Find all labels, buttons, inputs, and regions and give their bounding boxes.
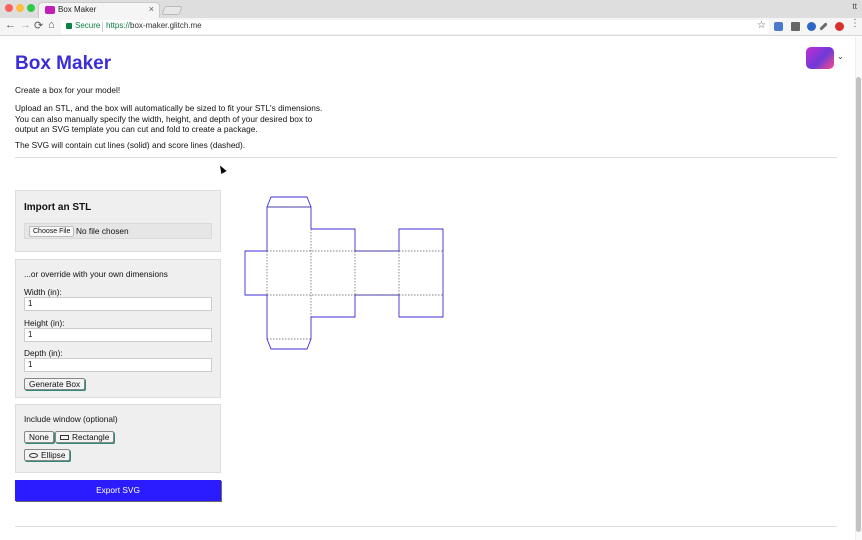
file-status-text: No file chosen xyxy=(76,226,129,236)
mouse-cursor-icon xyxy=(217,164,227,174)
minimize-window-icon[interactable] xyxy=(16,4,24,12)
page-title: Box Maker xyxy=(15,53,112,74)
home-icon[interactable]: ⌂ xyxy=(48,19,55,31)
ellipse-label: Ellipse xyxy=(41,450,66,460)
reload-icon[interactable]: ⟳ xyxy=(34,19,43,32)
tab-box-maker[interactable]: Box Maker × xyxy=(38,2,160,18)
depth-field[interactable]: 1 xyxy=(24,358,212,372)
browser-tabbar: Box Maker × tt xyxy=(0,0,862,18)
import-panel-title: Import an STL xyxy=(24,202,92,213)
extension-eyedropper-icon[interactable] xyxy=(819,22,828,31)
browser-toolbar: ← → ⟳ ⌂ Secure https://box-maker.glitch.… xyxy=(0,18,862,36)
rectangle-icon xyxy=(60,435,69,441)
window-panel-title: Include window (optional) xyxy=(24,414,118,424)
page-content: Box Maker ⌄ Create a box for your model!… xyxy=(0,37,855,540)
address-bar[interactable]: Secure https://box-maker.glitch.me ☆ xyxy=(61,20,769,34)
extension-badge-icon[interactable] xyxy=(807,22,816,31)
svg-note-text: The SVG will contain cut lines (solid) a… xyxy=(15,140,246,150)
window-ellipse-button[interactable]: Ellipse xyxy=(24,449,71,461)
export-svg-button[interactable]: Export SVG xyxy=(15,480,221,501)
intro-text: Create a box for your model! xyxy=(15,85,121,95)
rectangle-label: Rectangle xyxy=(72,432,110,442)
window-none-button[interactable]: None xyxy=(24,431,54,443)
width-field[interactable]: 1 xyxy=(24,297,212,311)
depth-label: Depth (in): xyxy=(24,348,63,358)
window-panel: Include window (optional) None Rectangle… xyxy=(15,404,221,473)
user-avatar[interactable] xyxy=(806,47,834,69)
dimensions-subtitle: ...or override with your own dimensions xyxy=(24,269,168,279)
window-rectangle-button[interactable]: Rectangle xyxy=(55,431,115,443)
url-host: box-maker.glitch.me xyxy=(130,21,202,30)
cut-lines xyxy=(244,196,444,350)
omnibox-separator xyxy=(102,22,103,32)
forward-icon[interactable]: → xyxy=(20,19,31,31)
top-flap xyxy=(266,196,312,208)
scrollbar-thumb[interactable] xyxy=(856,77,861,532)
height-field[interactable]: 1 xyxy=(24,328,212,342)
bookmark-star-icon[interactable]: ☆ xyxy=(757,20,766,31)
extension-pocket-icon[interactable] xyxy=(791,22,800,31)
back-icon[interactable]: ← xyxy=(5,19,16,31)
tab-title: Box Maker xyxy=(58,5,97,14)
dimensions-panel: ...or override with your own dimensions … xyxy=(15,259,221,398)
description-text: Upload an STL, and the box will automati… xyxy=(15,103,323,134)
lock-icon xyxy=(66,23,72,29)
chevron-down-icon[interactable]: ⌄ xyxy=(837,52,844,61)
url-text[interactable]: https://box-maker.glitch.me xyxy=(106,21,202,30)
top-divider xyxy=(15,157,837,158)
secure-label: Secure xyxy=(75,21,101,30)
menu-kebab-icon[interactable]: ⋮ xyxy=(850,18,860,29)
favicon-icon xyxy=(45,6,55,14)
new-tab-button[interactable] xyxy=(161,6,183,15)
extension-adblock-icon[interactable] xyxy=(835,22,844,31)
page-scrollbar[interactable] xyxy=(855,37,862,540)
extension-download-icon[interactable] xyxy=(774,22,783,31)
height-label: Height (in): xyxy=(24,318,65,328)
width-label: Width (in): xyxy=(24,287,62,297)
ellipse-icon xyxy=(29,453,38,459)
file-input[interactable]: Choose File No file chosen xyxy=(24,223,212,239)
generate-box-button[interactable]: Generate Box xyxy=(24,378,86,390)
box-template-preview xyxy=(244,196,444,350)
url-scheme: https:// xyxy=(106,21,131,30)
import-stl-panel: Import an STL Choose File No file chosen xyxy=(15,190,221,252)
score-lines xyxy=(266,206,443,340)
bottom-divider xyxy=(15,526,837,527)
close-window-icon[interactable] xyxy=(5,4,13,12)
tab-close-icon[interactable]: × xyxy=(149,4,154,14)
profile-label[interactable]: tt xyxy=(853,2,857,11)
choose-file-button[interactable]: Choose File xyxy=(29,226,75,237)
template-outline xyxy=(244,206,444,350)
maximize-window-icon[interactable] xyxy=(27,4,35,12)
